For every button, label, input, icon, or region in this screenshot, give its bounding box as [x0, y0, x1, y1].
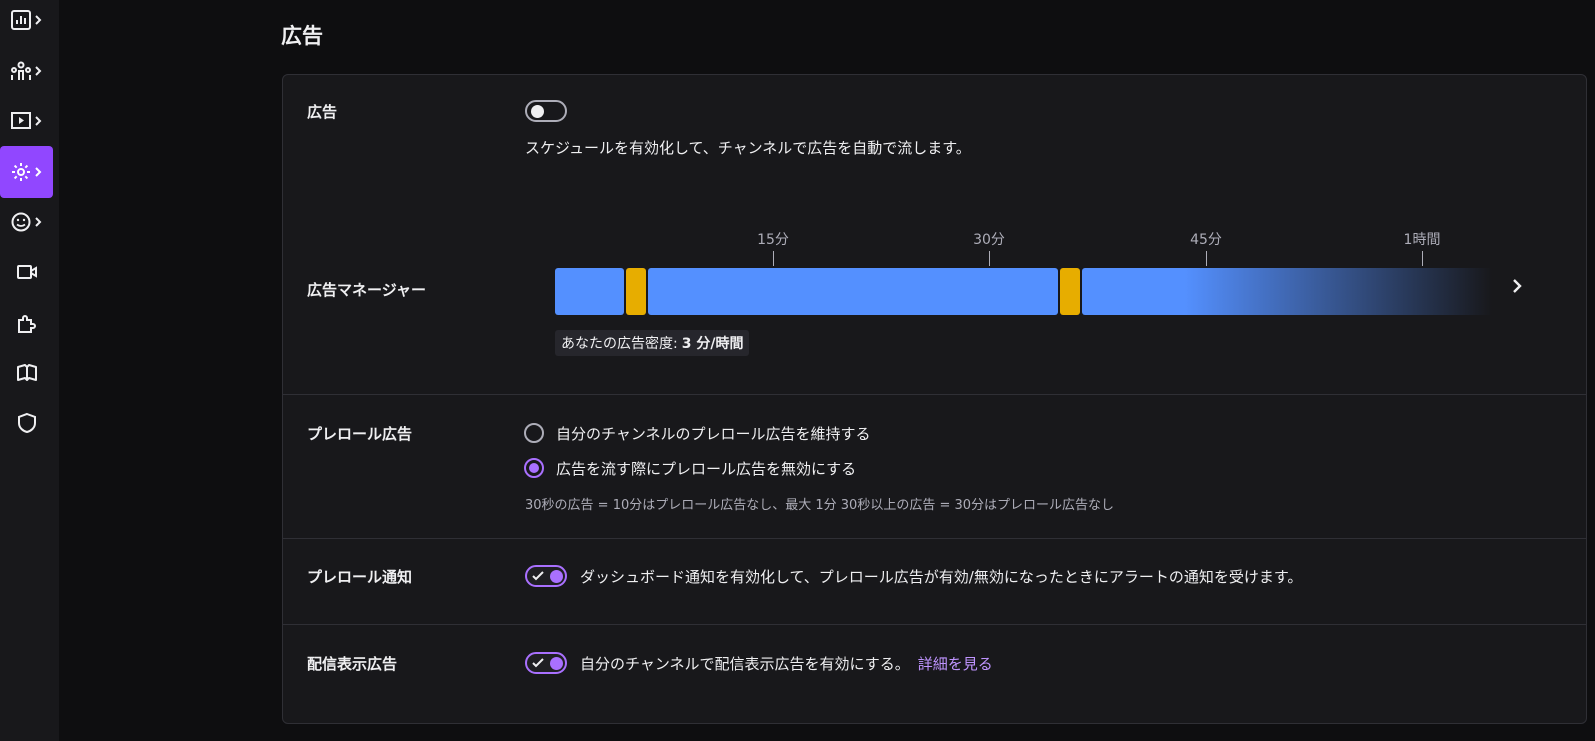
extensions-icon	[17, 315, 36, 333]
tick-label-60: 1時間	[1403, 232, 1441, 248]
sidebar-item-community[interactable]	[0, 45, 53, 97]
preroll-option-keep-radio[interactable]	[524, 423, 544, 443]
content-segment	[1082, 268, 1492, 315]
ads-description: スケジュールを有効化して、チャンネルで広告を自動で流します。	[525, 139, 971, 157]
chevron-right-icon	[1513, 279, 1522, 293]
viewer-reward-icon	[11, 212, 41, 232]
tick-mark	[1422, 251, 1423, 266]
check-icon	[532, 658, 544, 668]
display-ads-label: 配信表示広告	[307, 655, 398, 673]
tick-mark	[1206, 251, 1207, 266]
learn-more-link[interactable]: 詳細を見る	[918, 655, 993, 673]
timeline-next-button[interactable]	[1505, 274, 1529, 298]
stream-video-icon	[16, 265, 37, 279]
preroll-option-disable-label[interactable]: 広告を流す際にプレロール広告を無効にする	[556, 458, 856, 479]
sidebar-item-viewer-rewards[interactable]	[0, 196, 53, 248]
tick-mark	[773, 251, 774, 266]
sidebar	[0, 0, 59, 741]
ads-label: 広告	[307, 103, 338, 121]
preroll-notice-description: ダッシュボード通知を有効化して、プレロール広告が有効/無効になったときにアラート…	[580, 568, 1303, 586]
analytics-icon	[10, 10, 41, 30]
ad-density-badge: あなたの広告密度: 3 分/時間	[555, 330, 750, 356]
toggle-knob	[531, 105, 544, 118]
ad-break-segment[interactable]	[1060, 268, 1080, 315]
sidebar-item-content[interactable]	[0, 95, 53, 147]
toggle-knob	[550, 657, 563, 670]
divider	[283, 624, 1586, 625]
display-ads-description: 自分のチャンネルで配信表示広告を有効にする。	[580, 655, 910, 673]
content-segment	[555, 268, 624, 315]
sidebar-item-settings[interactable]	[0, 146, 53, 198]
preroll-note: 30秒の広告 = 10分はプレロール広告なし、最大 1分 30秒以上の広告 = …	[525, 498, 1115, 513]
preroll-notice-label: プレロール通知	[307, 568, 413, 586]
gear-icon	[11, 163, 41, 181]
book-icon	[16, 364, 37, 381]
display-ads-row: 自分のチャンネルで配信表示広告を有効にする。 詳細を見る	[580, 653, 993, 674]
ads-toggle[interactable]	[525, 100, 567, 122]
preroll-label: プレロール広告	[307, 425, 413, 443]
divider	[283, 394, 1586, 395]
toggle-knob	[550, 570, 563, 583]
content-icon	[10, 112, 41, 129]
sidebar-item-extensions[interactable]	[0, 297, 53, 349]
shield-icon	[17, 412, 36, 434]
divider	[283, 538, 1586, 539]
tick-mark	[989, 251, 990, 266]
sidebar-item-guide[interactable]	[0, 347, 53, 399]
display-ads-toggle[interactable]	[525, 652, 567, 674]
tick-label-45: 45分	[1190, 232, 1222, 248]
ad-break-segment[interactable]	[626, 268, 646, 315]
content-segment	[648, 268, 1058, 315]
sidebar-item-stream[interactable]	[0, 246, 53, 298]
sidebar-item-safety[interactable]	[0, 397, 53, 449]
preroll-option-keep-label[interactable]: 自分のチャンネルのプレロール広告を維持する	[556, 423, 871, 444]
preroll-notice-toggle[interactable]	[525, 565, 567, 587]
page-title: 広告	[281, 24, 323, 48]
ad-density-label: あなたの広告密度:	[561, 336, 678, 352]
sidebar-item-analytics[interactable]	[0, 0, 53, 46]
tick-label-15: 15分	[757, 232, 789, 248]
ads-settings-panel: 広告 スケジュールを有効化して、チャンネルで広告を自動で流します。 広告マネージ…	[282, 74, 1587, 724]
preroll-option-disable-radio[interactable]	[524, 458, 544, 478]
ad-density-value: 3 分/時間	[681, 336, 744, 352]
community-icon	[10, 61, 41, 80]
check-icon	[532, 571, 544, 581]
tick-label-30: 30分	[973, 232, 1005, 248]
ad-manager-label: 広告マネージャー	[307, 281, 426, 299]
